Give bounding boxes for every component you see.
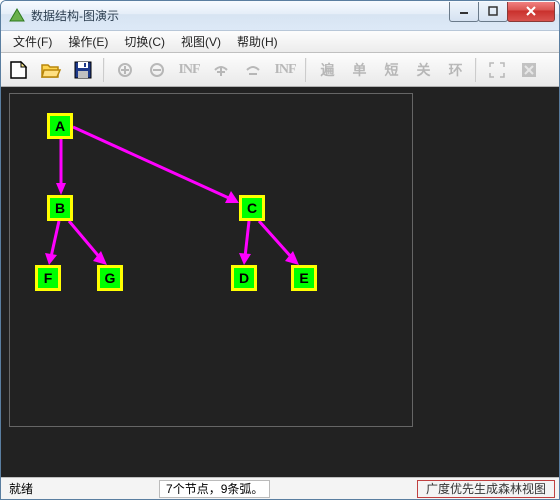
node-label: B xyxy=(55,200,65,216)
status-ready: 就绪 xyxy=(5,480,37,497)
toolbar: INF INF 遍 单 短 关 环 xyxy=(1,53,559,87)
canvas-frame xyxy=(9,93,413,427)
close-view-button xyxy=(515,56,543,84)
remove-node-button xyxy=(143,56,171,84)
status-info: 7个节点，9条弧。 xyxy=(159,480,270,498)
traverse-button: 遍 xyxy=(313,56,341,84)
titlebar[interactable]: 数据结构-图演示 xyxy=(1,1,559,31)
graph-node-C[interactable]: C xyxy=(239,195,265,221)
menu-operate[interactable]: 操作(E) xyxy=(60,31,116,52)
node-label: C xyxy=(247,200,257,216)
window-title: 数据结构-图演示 xyxy=(31,7,450,24)
save-button[interactable] xyxy=(69,56,97,84)
short-button: 短 xyxy=(377,56,405,84)
close-button[interactable] xyxy=(507,2,555,22)
graph-node-F[interactable]: F xyxy=(35,265,61,291)
toolbar-separator xyxy=(103,58,105,82)
menu-help[interactable]: 帮助(H) xyxy=(229,31,286,52)
graph-node-A[interactable]: A xyxy=(47,113,73,139)
inf-button-2: INF xyxy=(271,56,299,84)
minimize-button[interactable] xyxy=(449,2,479,22)
node-label: D xyxy=(239,270,249,286)
new-button[interactable] xyxy=(5,56,33,84)
node-label: G xyxy=(105,270,116,286)
statusbar: 就绪 7个节点，9条弧。 广度优先生成森林视图 xyxy=(1,477,559,499)
menu-switch[interactable]: 切换(C) xyxy=(116,31,173,52)
open-button[interactable] xyxy=(37,56,65,84)
toolbar-separator-3 xyxy=(475,58,477,82)
graph-node-G[interactable]: G xyxy=(97,265,123,291)
cycle-button: 环 xyxy=(441,56,469,84)
graph-node-B[interactable]: B xyxy=(47,195,73,221)
add-edge-button xyxy=(207,56,235,84)
inf-button-1: INF xyxy=(175,56,203,84)
graph-canvas[interactable]: A B C F G D E xyxy=(1,87,559,477)
app-icon xyxy=(9,8,25,24)
status-mode: 广度优先生成森林视图 xyxy=(417,480,555,498)
graph-node-D[interactable]: D xyxy=(231,265,257,291)
relation-button: 关 xyxy=(409,56,437,84)
toolbar-separator-2 xyxy=(305,58,307,82)
app-window: 数据结构-图演示 文件(F) 操作(E) 切换(C) 视图(V) 帮助(H) I… xyxy=(0,0,560,500)
graph-node-E[interactable]: E xyxy=(291,265,317,291)
remove-edge-button xyxy=(239,56,267,84)
single-button: 单 xyxy=(345,56,373,84)
maximize-button[interactable] xyxy=(478,2,508,22)
add-node-button xyxy=(111,56,139,84)
node-label: A xyxy=(55,118,65,134)
fullscreen-button xyxy=(483,56,511,84)
node-label: F xyxy=(44,270,53,286)
menubar: 文件(F) 操作(E) 切换(C) 视图(V) 帮助(H) xyxy=(1,31,559,53)
menu-file[interactable]: 文件(F) xyxy=(5,31,60,52)
menu-view[interactable]: 视图(V) xyxy=(173,31,229,52)
window-controls xyxy=(450,2,555,22)
node-label: E xyxy=(299,270,308,286)
